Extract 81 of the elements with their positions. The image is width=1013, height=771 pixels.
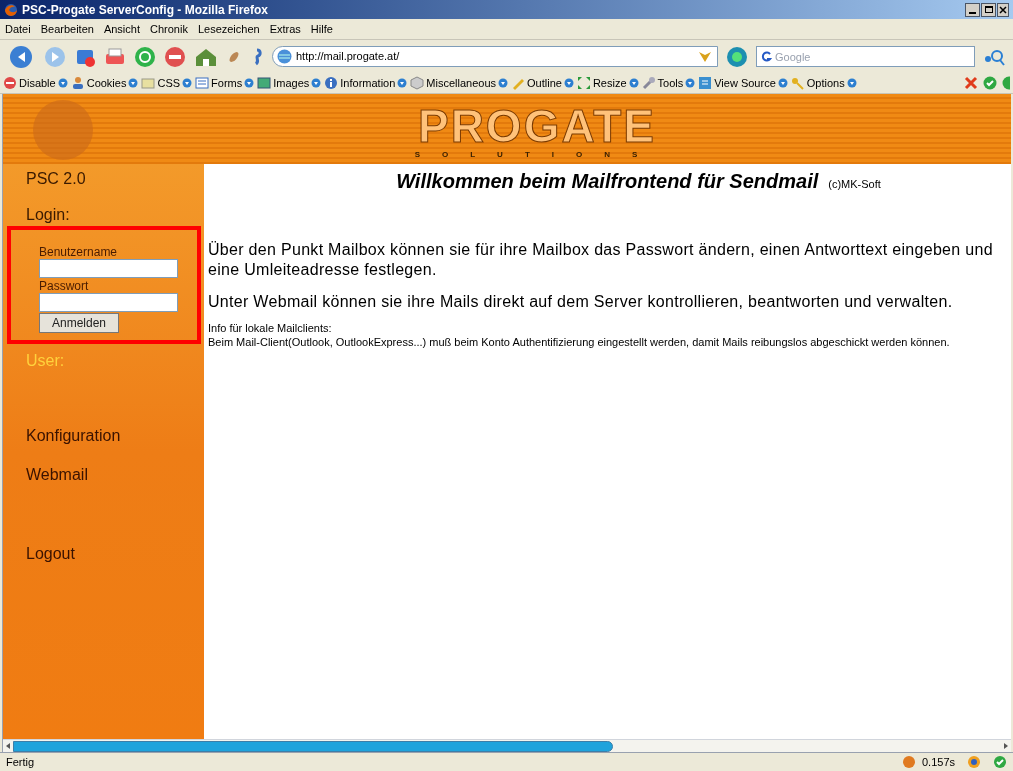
- toolbar-menu[interactable]: Outline: [527, 74, 562, 92]
- globe-icon: [277, 49, 292, 64]
- check-icon[interactable]: [983, 76, 997, 90]
- wrench-icon: [641, 76, 656, 90]
- login-heading: Login:: [26, 205, 71, 225]
- window-title: PSC-Progate ServerConfig - Mozilla Firefox: [22, 1, 269, 19]
- horizontal-scrollbar-thumb[interactable]: [13, 740, 613, 752]
- pencil-icon: [511, 76, 526, 90]
- arrows-icon: [576, 76, 591, 90]
- toolbar-menu[interactable]: Resize: [592, 74, 627, 92]
- firefox-icon[interactable]: [967, 755, 981, 769]
- login-button[interactable]: Anmelden: [39, 313, 119, 333]
- address-field[interactable]: http://mail.progate.at/: [272, 46, 718, 67]
- page-heading: Willkommen beim Mailfrontend für Sendmail: [396, 169, 819, 194]
- image-icon: [257, 76, 272, 90]
- toolbar-menu[interactable]: Forms: [211, 74, 243, 92]
- close-button[interactable]: [997, 2, 1009, 17]
- paragraph: Unter Webmail können sie ihre Mails direkt auf dem Server kontrollieren, beantworten und verwalten.: [208, 292, 954, 312]
- version-label: PSC 2.0: [26, 169, 87, 189]
- document-icon: [698, 76, 713, 90]
- stopwatch-icon: [901, 755, 916, 769]
- dropdown-icon[interactable]: [777, 78, 788, 88]
- dropdown-icon[interactable]: [128, 78, 139, 88]
- stylesheet-icon: [141, 76, 156, 90]
- toolbar-menu[interactable]: Tools: [657, 74, 684, 92]
- reload-icon[interactable]: [134, 45, 156, 68]
- menu-item[interactable]: Ansicht: [103, 20, 140, 38]
- check-icon[interactable]: [1002, 76, 1010, 90]
- paragraph: Über den Punkt Mailbox können sie für ihre Mailbox das Passwort ändern, einen Antworttext eingeben und eine Umleiteadresse festlegen.: [208, 240, 994, 280]
- minimize-button[interactable]: [965, 2, 980, 17]
- dropdown-icon[interactable]: [311, 78, 322, 88]
- nav-link[interactable]: Konfiguration: [26, 424, 204, 448]
- person-icon: [70, 76, 85, 90]
- menu-item[interactable]: Lesezeichen: [197, 20, 260, 38]
- status-text: Fertig: [6, 754, 35, 770]
- dropdown-icon[interactable]: [563, 78, 574, 88]
- stop-icon: [3, 76, 17, 90]
- maximize-button[interactable]: [981, 2, 996, 17]
- info-text: Beim Mail-Client(Outlook, OutlookExpress...) muß beim Konto Authentifizierung eingestellt werden, damit Mails reibungslos abgeschickt werden können.: [208, 335, 951, 349]
- menu-item[interactable]: Datei: [5, 20, 31, 38]
- logo-tagline: SOLUTIONS: [414, 149, 660, 161]
- user-label: User:: [26, 353, 66, 369]
- toolbar-menu[interactable]: Options: [806, 74, 845, 92]
- firefox-icon: [4, 2, 18, 17]
- username-label: Benutzername: [39, 245, 119, 259]
- dropdown-icon[interactable]: [57, 78, 68, 88]
- toolbar-menu[interactable]: Cookies: [86, 74, 127, 92]
- check-icon[interactable]: [993, 755, 1007, 769]
- form-icon: [195, 76, 210, 90]
- dropdown-icon[interactable]: [244, 78, 255, 88]
- toolbar-menu[interactable]: Images: [273, 74, 310, 92]
- toolbar-menu[interactable]: Disable: [19, 74, 56, 92]
- stop-icon[interactable]: [164, 45, 186, 68]
- load-time-text: 0.157s: [921, 754, 955, 770]
- menu-item[interactable]: Extras: [269, 20, 301, 38]
- close-icon[interactable]: [964, 76, 978, 90]
- menu-item[interactable]: Bearbeiten: [40, 20, 94, 38]
- info-icon: [324, 76, 339, 90]
- dropdown-icon[interactable]: [628, 78, 639, 88]
- key-icon: [790, 76, 805, 90]
- dropdown-icon[interactable]: [498, 78, 509, 88]
- info-title: Info für lokale Mailclients:: [208, 322, 333, 335]
- toolbar-menu[interactable]: Information: [340, 74, 396, 92]
- menu-item[interactable]: Hilfe: [310, 20, 333, 38]
- cube-icon: [410, 76, 425, 90]
- dropdown-icon[interactable]: [397, 78, 408, 88]
- dropdown-icon[interactable]: [182, 78, 193, 88]
- nav-link[interactable]: Webmail: [26, 463, 204, 487]
- toolbar-menu[interactable]: View Source: [714, 74, 776, 92]
- password-label: Passwort: [39, 279, 90, 293]
- nav-link[interactable]: Logout: [26, 542, 204, 566]
- toolbar-menu[interactable]: Miscellaneous: [426, 74, 497, 92]
- logo: PROGATE: [417, 103, 656, 149]
- dropdown-icon[interactable]: [846, 78, 857, 88]
- username-field[interactable]: [39, 259, 178, 278]
- copyright-text: (c)MK-Soft: [828, 177, 881, 192]
- password-field[interactable]: [39, 293, 178, 312]
- go-icon[interactable]: [726, 45, 748, 68]
- dropdown-icon[interactable]: [685, 78, 696, 88]
- toolbar-menu[interactable]: CSS: [157, 74, 181, 92]
- menu-item[interactable]: Chronik: [150, 20, 188, 38]
